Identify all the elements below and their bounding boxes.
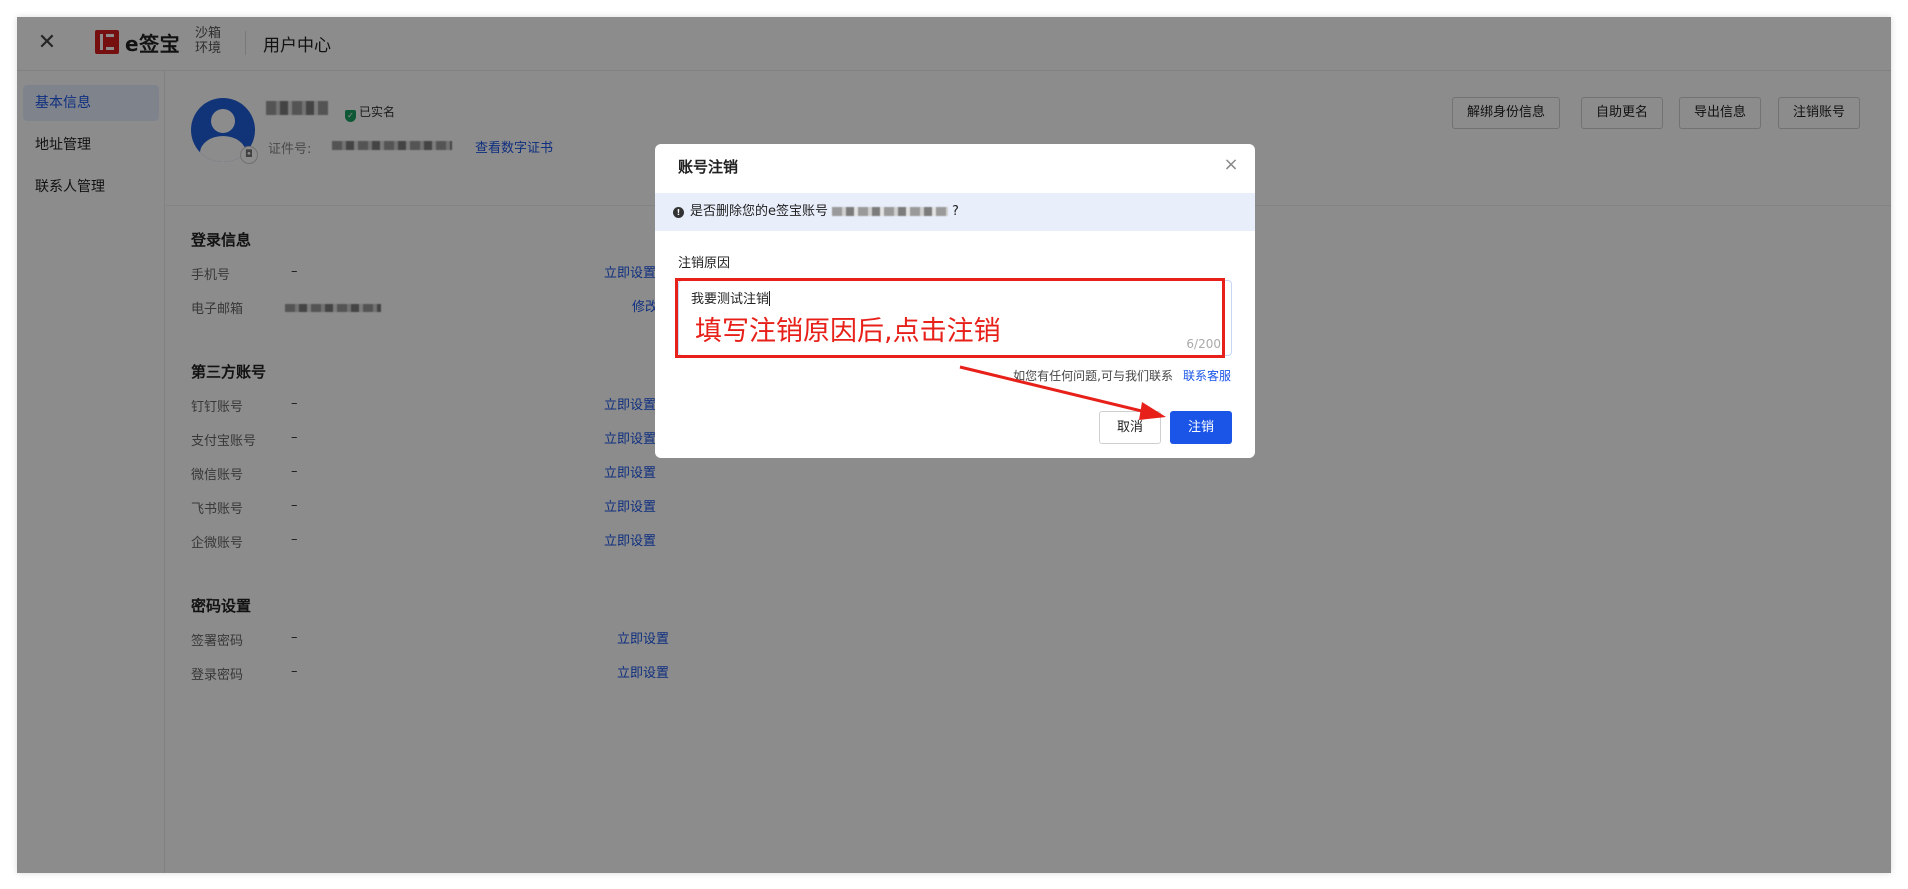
- notice-text: 是否删除您的e签宝账号: [690, 204, 828, 219]
- help-line: 如您有任何问题,可与我们联系 联系客服: [1013, 367, 1231, 384]
- dialog-cancel-button[interactable]: 取消: [1099, 411, 1161, 444]
- account-redacted: [832, 207, 948, 216]
- dialog-close-icon[interactable]: ×: [1221, 154, 1241, 175]
- dialog-title: 账号注销: [678, 158, 739, 176]
- contact-support-link[interactable]: 联系客服: [1183, 369, 1231, 383]
- help-text: 如您有任何问题,可与我们联系: [1013, 369, 1173, 383]
- reason-label: 注销原因: [678, 256, 731, 271]
- annotation-text: 填写注销原因后,点击注销: [695, 316, 1001, 347]
- confirm-notice: ! 是否删除您的e签宝账号?: [655, 193, 1255, 231]
- app-window: ✕ e签宝 沙箱环境 用户中心 基本信息 地址管理 联系人管理 ◘ ✓ 已实名 证…: [17, 17, 1891, 873]
- info-icon: !: [673, 207, 684, 218]
- notice-suffix: ?: [952, 204, 959, 219]
- cancel-account-dialog: 账号注销 × ! 是否删除您的e签宝账号? 注销原因 我要测试注销 6/200 填…: [655, 144, 1255, 458]
- dialog-confirm-button[interactable]: 注销: [1170, 411, 1232, 444]
